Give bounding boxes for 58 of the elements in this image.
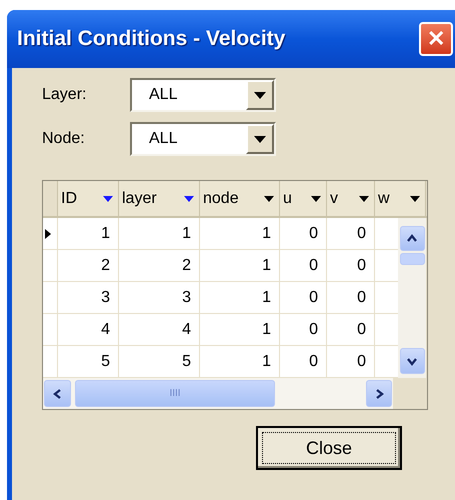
table-cell: 1 bbox=[119, 218, 200, 249]
sort-arrow-icon bbox=[410, 196, 420, 202]
close-button[interactable]: ✕ bbox=[419, 22, 453, 56]
sort-arrow-icon bbox=[264, 196, 274, 202]
table-cell: 2 bbox=[58, 250, 119, 281]
table-cell: 1 bbox=[200, 346, 280, 377]
column-header[interactable]: w bbox=[375, 181, 426, 216]
dropdown-value: ALL bbox=[148, 85, 178, 105]
table-cell: 0 bbox=[280, 346, 327, 377]
table-cell: 0 bbox=[280, 282, 327, 313]
sort-arrow-icon bbox=[184, 196, 194, 202]
window-title: Initial Conditions - Velocity bbox=[17, 26, 286, 52]
row-header-cell[interactable] bbox=[43, 218, 58, 249]
table-cell: 1 bbox=[200, 282, 280, 313]
table-cell: 0 bbox=[280, 314, 327, 345]
filter-label: Layer: bbox=[42, 85, 88, 105]
scroll-up-button[interactable] bbox=[400, 226, 424, 251]
row-header-cell[interactable] bbox=[43, 282, 58, 313]
column-header[interactable]: layer bbox=[119, 181, 200, 216]
table-cell: 0 bbox=[327, 346, 375, 377]
table-cell: 1 bbox=[200, 218, 280, 249]
table-cell: 0 bbox=[280, 250, 327, 281]
table-cell: 4 bbox=[119, 314, 200, 345]
table-cell: 1 bbox=[200, 314, 280, 345]
table-cell: 0 bbox=[327, 314, 375, 345]
vertical-scrollbar[interactable] bbox=[398, 218, 426, 378]
table-cell: 0 bbox=[327, 218, 375, 249]
table-cell: 3 bbox=[58, 282, 119, 313]
dropdown-field[interactable]: ALL bbox=[130, 122, 276, 156]
row-header-cell[interactable] bbox=[43, 250, 58, 281]
scroll-thumb[interactable] bbox=[400, 253, 424, 265]
column-header[interactable]: u bbox=[280, 181, 327, 216]
row-header-cell[interactable] bbox=[43, 314, 58, 345]
dropdown-field[interactable]: ALL bbox=[130, 78, 276, 112]
scroll-right-button[interactable] bbox=[366, 380, 392, 407]
close-dialog-button[interactable]: Close bbox=[256, 426, 402, 470]
table-cell: 5 bbox=[119, 346, 200, 377]
dropdown-value: ALL bbox=[148, 129, 178, 149]
sort-arrow-icon bbox=[103, 196, 113, 202]
table-cell: 0 bbox=[327, 250, 375, 281]
column-header[interactable]: ID bbox=[58, 181, 119, 216]
column-header[interactable]: v bbox=[327, 181, 375, 216]
sort-arrow-icon bbox=[359, 196, 369, 202]
scroll-down-button[interactable] bbox=[400, 348, 424, 374]
column-header[interactable]: node bbox=[200, 181, 280, 216]
table-cell: 3 bbox=[119, 282, 200, 313]
table-cell: 1 bbox=[200, 250, 280, 281]
filter-label: Node: bbox=[42, 129, 86, 149]
table-cell: 2 bbox=[119, 250, 200, 281]
table-cell: 5 bbox=[58, 346, 119, 377]
table-cell: 0 bbox=[280, 218, 327, 249]
table-cell: 1 bbox=[58, 218, 119, 249]
row-header-cell[interactable] bbox=[43, 346, 58, 377]
sort-arrow-icon bbox=[311, 196, 321, 202]
scroll-left-button[interactable] bbox=[44, 380, 71, 407]
table-cell: 0 bbox=[327, 282, 375, 313]
table-cell: 4 bbox=[58, 314, 119, 345]
current-row-icon bbox=[45, 228, 51, 238]
